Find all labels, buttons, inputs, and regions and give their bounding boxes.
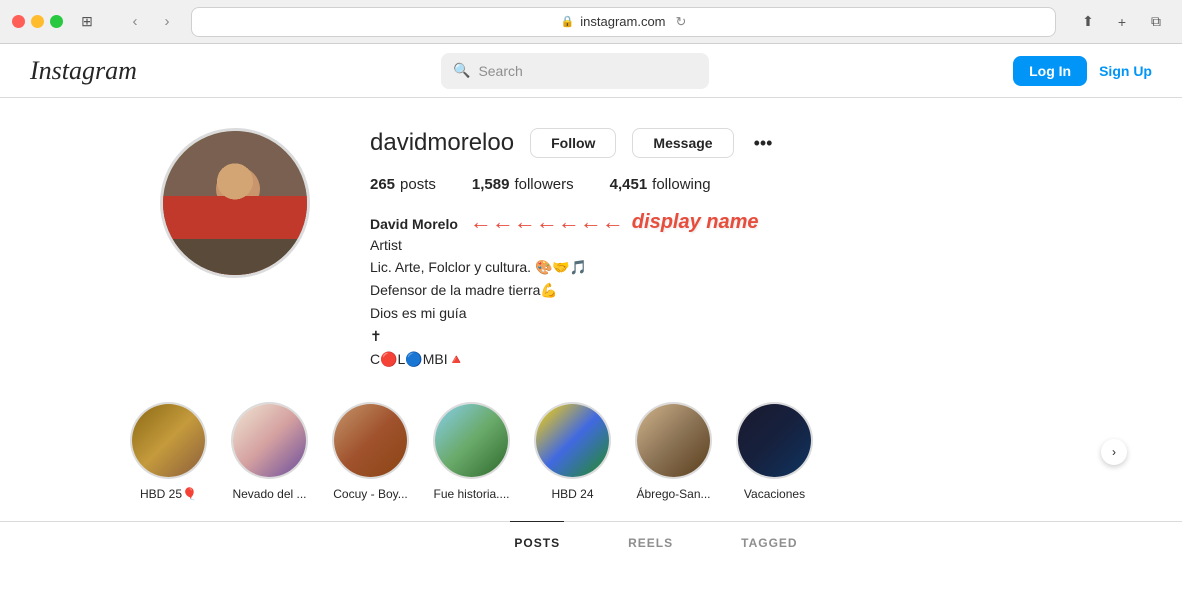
- browser-nav: ‹ ›: [121, 8, 181, 36]
- avatar-person: [163, 131, 307, 275]
- story-circle: [332, 402, 409, 479]
- followers-label: followers: [514, 176, 573, 193]
- profile-section: METALLICA davidmoreloo Follow Message ••…: [0, 98, 1182, 392]
- bio-line4: ✝: [370, 326, 1122, 347]
- search-icon: 🔍: [453, 62, 470, 79]
- stories-next-button[interactable]: ›: [1101, 439, 1127, 465]
- search-placeholder: Search: [478, 63, 522, 79]
- following-count: 4,451: [610, 176, 648, 193]
- story-item[interactable]: Cocuy - Boy...: [332, 402, 409, 501]
- profile-header-row: davidmoreloo Follow Message •••: [370, 128, 1122, 158]
- stories-section: HBD 25🎈 Nevado del ... Cocuy - Boy... Fue h…: [0, 392, 1182, 511]
- traffic-lights: [12, 15, 63, 28]
- bio-line1: Lic. Arte, Folclor y cultura. 🎨🤝🎵: [370, 257, 1122, 278]
- story-label: Vacaciones: [744, 487, 805, 501]
- story-thumbnail: [738, 404, 811, 477]
- story-item[interactable]: HBD 24: [534, 402, 611, 501]
- profile-info: davidmoreloo Follow Message ••• 265 post…: [370, 128, 1122, 372]
- following-label: following: [652, 176, 710, 193]
- browser-chrome: ⊞ ‹ › 🔒 instagram.com ↻ ⬆ + ⧉: [0, 0, 1182, 44]
- profile-username: davidmoreloo: [370, 129, 514, 157]
- story-label: HBD 24: [551, 487, 593, 501]
- ig-header: Instagram 🔍 Search Log In Sign Up: [0, 44, 1182, 98]
- browser-actions: ⬆ + ⧉: [1074, 8, 1170, 36]
- avatar-image: METALLICA: [163, 131, 307, 275]
- profile-bio: David Morelo ←←←←←←← display name Artist…: [370, 209, 1122, 370]
- bio-display-name: David Morelo ←←←←←←← display name: [370, 209, 1122, 235]
- story-thumbnail: [132, 404, 205, 477]
- story-item[interactable]: Nevado del ...: [231, 402, 308, 501]
- signup-button[interactable]: Sign Up: [1099, 63, 1152, 79]
- story-thumbnail: [536, 404, 609, 477]
- follow-button[interactable]: Follow: [530, 128, 616, 158]
- story-circle: [534, 402, 611, 479]
- story-thumbnail: [637, 404, 710, 477]
- story-label: Fue historia....: [433, 487, 509, 501]
- profile-avatar-wrap: METALLICA: [160, 128, 310, 372]
- message-button[interactable]: Message: [632, 128, 733, 158]
- search-bar[interactable]: 🔍 Search: [441, 53, 709, 89]
- tab-tagged[interactable]: TAGGED: [737, 521, 801, 564]
- annotation-label: display name: [632, 211, 759, 234]
- story-thumbnail: [233, 404, 306, 477]
- display-name-annotation: ←←←←←←← display name: [470, 209, 759, 235]
- sidebar-toggle-button[interactable]: ⊞: [73, 8, 101, 36]
- tab-posts[interactable]: POSTS: [510, 521, 564, 564]
- story-circle: [231, 402, 308, 479]
- instagram-page: Instagram 🔍 Search Log In Sign Up: [0, 44, 1182, 605]
- close-button[interactable]: [12, 15, 25, 28]
- followers-count: 1,589: [472, 176, 510, 193]
- bio-title: Artist: [370, 237, 1122, 253]
- instagram-logo[interactable]: Instagram: [30, 56, 137, 86]
- profile-stats: 265 posts 1,589 followers 4,451 followin…: [370, 176, 1122, 193]
- story-thumbnail: [334, 404, 407, 477]
- stat-following[interactable]: 4,451 following: [610, 176, 711, 193]
- story-label: Cocuy - Boy...: [333, 487, 407, 501]
- posts-count: 265: [370, 176, 395, 193]
- share-button[interactable]: ⬆: [1074, 8, 1102, 36]
- story-circle: [433, 402, 510, 479]
- tab-reels[interactable]: REELS: [624, 521, 677, 564]
- bio-line2: Defensor de la madre tierra💪: [370, 280, 1122, 301]
- story-label: HBD 25🎈: [140, 487, 197, 501]
- maximize-button[interactable]: [50, 15, 63, 28]
- story-item[interactable]: Vacaciones: [736, 402, 813, 501]
- forward-button[interactable]: ›: [153, 8, 181, 36]
- reload-icon: ↻: [676, 14, 687, 30]
- tab-overview-button[interactable]: ⧉: [1142, 8, 1170, 36]
- stat-followers[interactable]: 1,589 followers: [472, 176, 574, 193]
- story-circle: [635, 402, 712, 479]
- login-button[interactable]: Log In: [1013, 56, 1087, 86]
- stories-wrapper: HBD 25🎈 Nevado del ... Cocuy - Boy... Fue h…: [0, 392, 1182, 511]
- story-item[interactable]: Fue historia....: [433, 402, 510, 501]
- tab-bar: POSTS REELS TAGGED: [0, 521, 1182, 564]
- profile-avatar: METALLICA: [160, 128, 310, 278]
- back-button[interactable]: ‹: [121, 8, 149, 36]
- posts-label: posts: [400, 176, 436, 193]
- story-item[interactable]: HBD 25🎈: [130, 402, 207, 501]
- story-label: Nevado del ...: [232, 487, 306, 501]
- bio-line5: C🔴L🔵MBI🔺: [370, 349, 1122, 370]
- story-circle: [736, 402, 813, 479]
- story-item[interactable]: Ábrego-San...: [635, 402, 712, 501]
- new-tab-button[interactable]: +: [1108, 8, 1136, 36]
- bio-line3: Dios es mi guía: [370, 303, 1122, 324]
- story-label: Ábrego-San...: [636, 487, 710, 501]
- stat-posts: 265 posts: [370, 176, 436, 193]
- story-circle: [130, 402, 207, 479]
- more-options-button[interactable]: •••: [750, 133, 777, 154]
- minimize-button[interactable]: [31, 15, 44, 28]
- annotation-arrow: ←←←←←←←: [470, 209, 624, 235]
- header-actions: Log In Sign Up: [1013, 56, 1152, 86]
- address-bar[interactable]: 🔒 instagram.com ↻: [191, 7, 1056, 37]
- url-text: instagram.com: [580, 14, 665, 29]
- lock-icon: 🔒: [561, 15, 575, 28]
- story-thumbnail: [435, 404, 508, 477]
